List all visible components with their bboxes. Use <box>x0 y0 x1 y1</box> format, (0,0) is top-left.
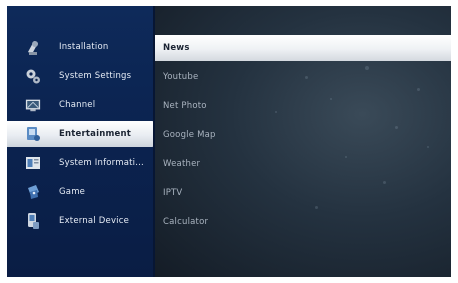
submenu-label: Weather <box>163 159 201 169</box>
submenu-item-weather[interactable]: Weather <box>155 151 451 177</box>
menu-item-system-settings[interactable]: System Settings <box>7 63 155 89</box>
satellite-dish-icon <box>25 38 41 56</box>
menu-label: Installation <box>59 42 109 52</box>
submenu-item-net-photo[interactable]: Net Photo <box>155 93 451 119</box>
submenu-label: News <box>163 43 190 53</box>
submenu-item-google-map[interactable]: Google Map <box>155 122 451 148</box>
menu-item-entertainment[interactable]: Entertainment <box>7 121 155 147</box>
submenu-item-iptv[interactable]: IPTV <box>155 180 451 206</box>
submenu-panel: News Youtube Net Photo Google Map Weathe… <box>155 6 451 277</box>
submenu-label: Google Map <box>163 130 216 140</box>
external-device-icon <box>25 212 41 230</box>
game-icon <box>25 183 41 201</box>
submenu-label: Youtube <box>163 72 199 82</box>
menu-item-installation[interactable]: Installation <box>7 34 155 60</box>
submenu-item-calculator[interactable]: Calculator <box>155 209 451 235</box>
gears-icon <box>25 67 41 85</box>
menu-item-game[interactable]: Game <box>7 179 155 205</box>
submenu-label: IPTV <box>163 188 183 198</box>
menu-item-external-device[interactable]: External Device <box>7 208 155 234</box>
menu-label: Entertainment <box>59 129 131 139</box>
menu-label: External Device <box>59 216 130 226</box>
menu-label: Channel <box>59 100 96 110</box>
info-screen-icon <box>25 154 41 172</box>
tv-screen-icon <box>25 96 41 114</box>
submenu-item-youtube[interactable]: Youtube <box>155 64 451 90</box>
menu-label: System Settings <box>59 71 132 81</box>
entertainment-icon <box>25 125 41 143</box>
menu-label: Game <box>59 187 86 197</box>
menu-item-system-information[interactable]: System Informati... <box>7 150 155 176</box>
submenu-label: Net Photo <box>163 101 207 111</box>
tv-screen: Installation System Settings Channel Ent… <box>7 6 451 277</box>
menu-item-channel[interactable]: Channel <box>7 92 155 118</box>
submenu-item-news[interactable]: News <box>155 35 451 61</box>
main-menu: Installation System Settings Channel Ent… <box>7 6 155 277</box>
menu-label: System Informati... <box>59 158 144 168</box>
submenu-label: Calculator <box>163 217 209 227</box>
